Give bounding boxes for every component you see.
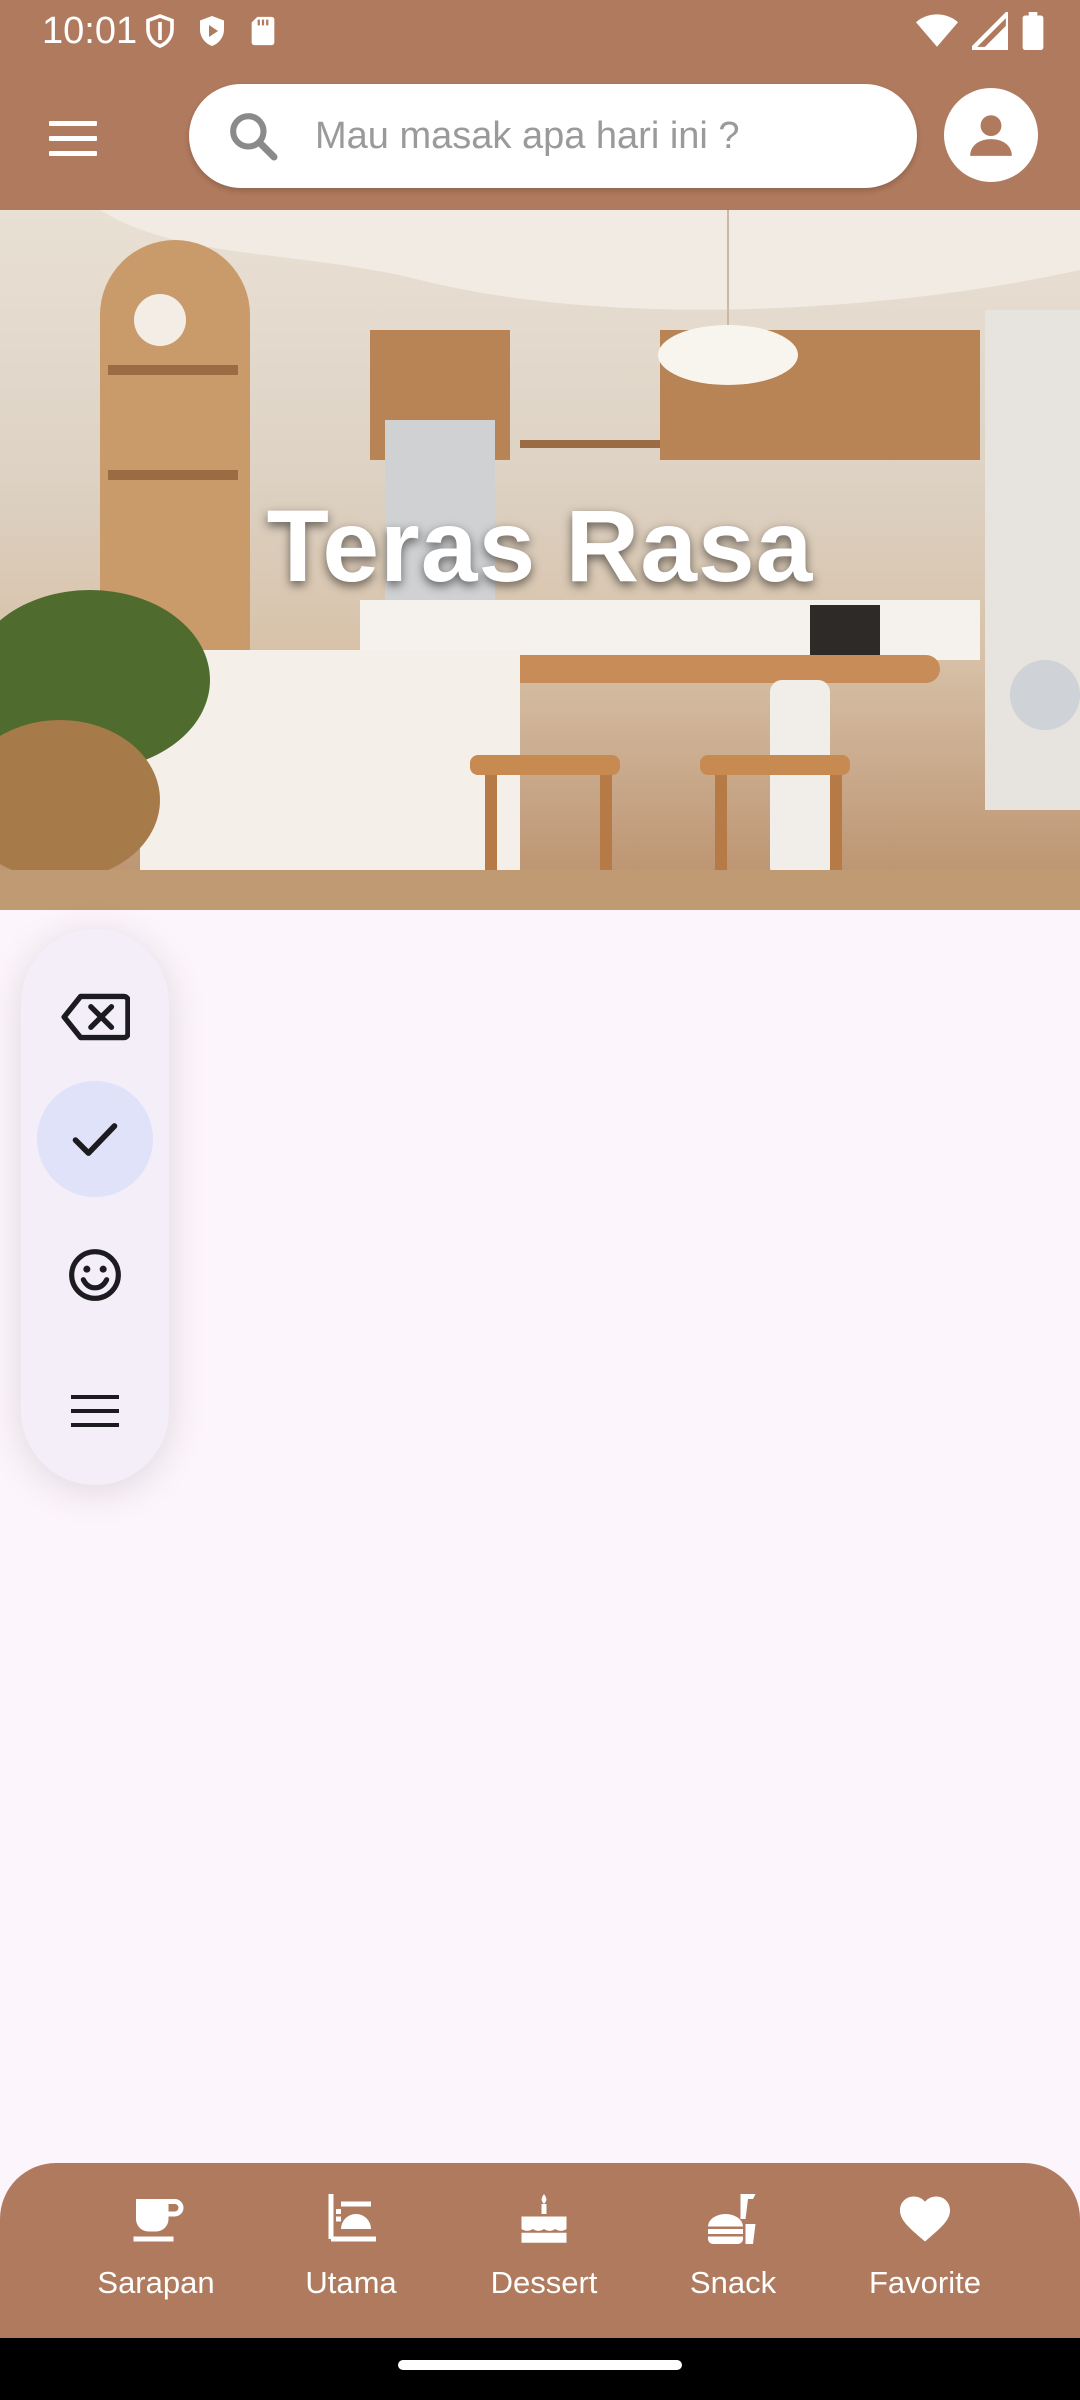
smiley-icon: [69, 1249, 121, 1301]
search-bar[interactable]: [189, 84, 917, 188]
rail-backspace-button[interactable]: [37, 959, 153, 1075]
menu-lines-icon: [71, 1395, 119, 1427]
rail-check-button[interactable]: [37, 1081, 153, 1197]
dining-icon: [328, 2194, 376, 2242]
hero-title: Teras Rasa: [266, 489, 814, 603]
check-icon: [72, 1123, 118, 1156]
status-right-icons: [916, 12, 1044, 50]
search-icon: [230, 113, 278, 161]
app-header: 10:01: [0, 0, 1080, 210]
search-input[interactable]: [315, 110, 875, 162]
nav-utama[interactable]: Utama: [276, 2189, 426, 2319]
sd-card-icon: [251, 16, 275, 46]
fastfood-icon: [708, 2194, 756, 2244]
status-bar: 10:01: [0, 0, 1080, 62]
gesture-navigation-bar: [0, 2338, 1080, 2400]
status-time: 10:01: [42, 10, 138, 52]
nav-snack-label: Snack: [689, 2265, 777, 2300]
nav-favorite-label: Favorite: [869, 2265, 981, 2300]
nav-sarapan-label: Sarapan: [97, 2265, 215, 2300]
rail-menu-button[interactable]: [37, 1353, 153, 1469]
nav-sarapan[interactable]: Sarapan: [81, 2189, 231, 2319]
home-gesture-handle[interactable]: [398, 2360, 682, 2370]
battery-icon: [1022, 12, 1044, 50]
play-protect-icon: [200, 16, 224, 46]
status-left-icons: [142, 12, 280, 50]
backspace-icon: [61, 993, 130, 1041]
nav-dessert-label: Dessert: [490, 2265, 598, 2300]
nav-favorite[interactable]: Favorite: [850, 2189, 1000, 2319]
shield-icon: [146, 14, 174, 48]
heart-icon: [900, 2196, 950, 2242]
coffee-cup-icon: [133, 2199, 184, 2242]
profile-button[interactable]: [944, 88, 1038, 182]
signal-icon: [972, 12, 1008, 50]
menu-icon: [49, 121, 97, 156]
person-icon: [970, 115, 1012, 156]
wifi-icon: [916, 14, 958, 47]
bottom-navigation: Sarapan Utama Dessert Snack Favorite: [0, 2163, 1080, 2338]
floating-rail: [21, 929, 169, 1485]
hero-banner: Teras Rasa: [0, 210, 1080, 910]
cake-icon: [521, 2194, 567, 2243]
menu-button[interactable]: [40, 105, 106, 171]
nav-utama-label: Utama: [305, 2265, 397, 2300]
nav-snack[interactable]: Snack: [658, 2189, 808, 2319]
rail-emoji-button[interactable]: [37, 1217, 153, 1333]
nav-dessert[interactable]: Dessert: [469, 2189, 619, 2319]
